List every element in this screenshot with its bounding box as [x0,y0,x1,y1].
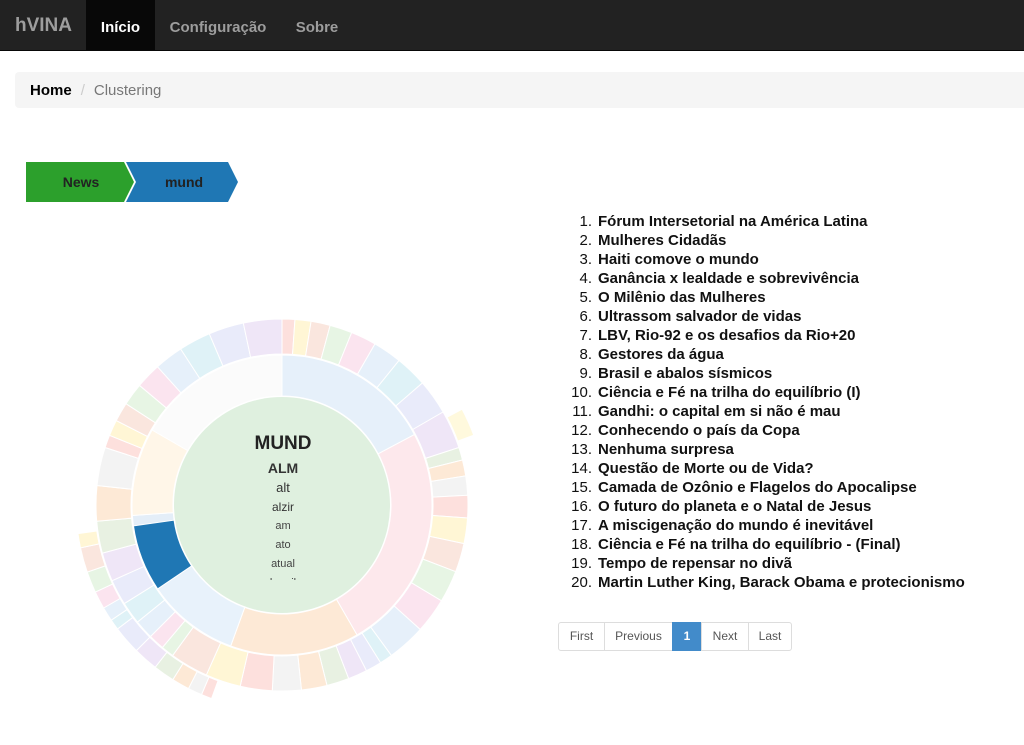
list-item[interactable]: 1. Fórum Intersetorial na América Latina [560,212,965,231]
breadcrumb-home-link[interactable]: Home [30,82,72,99]
center-label: am [275,520,291,532]
item-number: 6. [579,308,592,325]
article-title-link[interactable]: Nenhuma surpresa [598,441,734,458]
nav-configuracao[interactable]: Configuração [155,0,281,51]
list-item[interactable]: 13. Nenhuma surpresa [560,440,965,459]
list-item[interactable]: 4. Ganância x lealdade e sobrevivência [560,269,965,288]
list-item[interactable]: 17. A miscigenação do mundo é inevitável [560,516,965,535]
item-number: 18. [571,536,592,553]
item-number: 16. [571,498,592,515]
item-number: 9. [579,365,592,382]
pagination-last-button[interactable]: Last [748,622,792,651]
brand-logo[interactable]: hVINA [15,0,72,51]
sunburst-center-labels: MUND ALM alt alzir am ato atual brasil [183,430,383,580]
list-item[interactable]: 7. LBV, Rio-92 e os desafios da Rio+20 [560,326,965,345]
list-item[interactable]: 2. Mulheres Cidadãs [560,231,965,250]
item-number: 19. [571,555,592,572]
article-title-link[interactable]: Ultrassom salvador de vidas [598,308,801,325]
list-item[interactable]: 14. Questão de Morte ou de Vida? [560,459,965,478]
list-item[interactable]: 6. Ultrassom salvador de vidas [560,307,965,326]
pagination-previous-button[interactable]: Previous [604,622,673,651]
article-title-link[interactable]: A miscigenação do mundo é inevitável [598,517,873,534]
item-number: 12. [571,422,592,439]
center-label: atual [271,558,295,570]
item-number: 1. [579,213,592,230]
article-title-link[interactable]: Ciência e Fé na trilha do equilíbrio (I) [598,384,861,401]
item-number: 8. [579,346,592,363]
article-title-link[interactable]: O futuro do planeta e o Natal de Jesus [598,498,871,515]
list-item[interactable]: 11. Gandhi: o capital em si não é mau [560,402,965,421]
item-number: 15. [571,479,592,496]
item-number: 11. [572,403,592,420]
sunburst-segment[interactable] [95,485,133,522]
article-title-link[interactable]: Camada de Ozônio e Flagelos do Apocalips… [598,479,917,496]
pagination-next-button[interactable]: Next [701,622,749,651]
item-number: 17. [571,517,592,534]
top-navbar: hVINA Início Configuração Sobre [0,0,1024,51]
item-number: 3. [579,251,592,268]
article-title-link[interactable]: Ganância x lealdade e sobrevivência [598,270,859,287]
article-title-link[interactable]: Gandhi: o capital em si não é mau [598,403,841,420]
article-title-link[interactable]: Tempo de repensar no divã [598,555,792,572]
item-number: 4. [579,270,592,287]
item-number: 10. [571,384,592,401]
sunburst-segment[interactable] [271,654,302,692]
article-title-link[interactable]: Gestores da água [598,346,724,363]
center-label: alzir [271,500,294,514]
breadcrumb: Home / Clustering [15,72,1024,108]
center-title: MUND [254,433,312,454]
trail-label-news[interactable]: News [36,162,126,202]
pagination: First Previous 1 Next Last [558,622,792,651]
item-number: 13. [571,441,592,458]
list-item[interactable]: 18. Ciência e Fé na trilha do equilíbrio … [560,535,965,554]
center-label: ALM [267,460,299,476]
list-item[interactable]: 3. Haiti comove o mundo [560,250,965,269]
breadcrumb-current: Clustering [93,82,162,99]
pagination-page-1-button[interactable]: 1 [672,622,702,651]
article-title-link[interactable]: Questão de Morte ou de Vida? [598,460,814,477]
nav-inicio[interactable]: Início [86,0,155,51]
list-item[interactable]: 12. Conhecendo o país da Copa [560,421,965,440]
article-title-link[interactable]: Conhecendo o país da Copa [598,422,800,439]
item-number: 7. [579,327,592,344]
pagination-first-button[interactable]: First [558,622,605,651]
article-title-link[interactable]: Haiti comove o mundo [598,251,759,268]
trail-label-mund[interactable]: mund [138,162,230,202]
article-title-link[interactable]: O Milênio das Mulheres [598,289,766,306]
list-item[interactable]: 8. Gestores da água [560,345,965,364]
article-title-link[interactable]: Mulheres Cidadãs [598,232,726,249]
article-title-link[interactable]: Brasil e abalos sísmicos [598,365,772,382]
article-title-link[interactable]: Ciência e Fé na trilha do equilíbrio - (… [598,536,901,553]
item-number: 20. [571,574,592,591]
article-list: 1. Fórum Intersetorial na América Latina … [560,212,965,592]
center-label: alt [276,480,290,495]
list-item[interactable]: 9. Brasil e abalos sísmicos [560,364,965,383]
item-number: 14. [571,460,592,477]
list-item[interactable]: 19. Tempo de repensar no divã [560,554,965,573]
nav-sobre[interactable]: Sobre [281,0,353,51]
sunburst-segment[interactable] [242,318,283,358]
item-number: 2. [579,232,592,249]
article-title-link[interactable]: LBV, Rio-92 e os desafios da Rio+20 [598,327,855,344]
sunburst-segment[interactable] [432,494,469,519]
list-item[interactable]: 10. Ciência e Fé na trilha do equilíbrio … [560,383,965,402]
list-item[interactable]: 20. Martin Luther King, Barack Obama e pr… [560,573,965,592]
item-number: 5. [579,289,592,306]
list-item[interactable]: 15. Camada de Ozônio e Flagelos do Apocal… [560,478,965,497]
article-title-link[interactable]: Fórum Intersetorial na América Latina [598,213,868,230]
center-label: brasil [183,574,383,580]
center-label: ato [275,539,291,551]
list-item[interactable]: 5. O Milênio das Mulheres [560,288,965,307]
article-title-link[interactable]: Martin Luther King, Barack Obama e prote… [598,574,965,591]
breadcrumb-separator: / [80,82,85,99]
list-item[interactable]: 16. O futuro do planeta e o Natal de Jesu… [560,497,965,516]
